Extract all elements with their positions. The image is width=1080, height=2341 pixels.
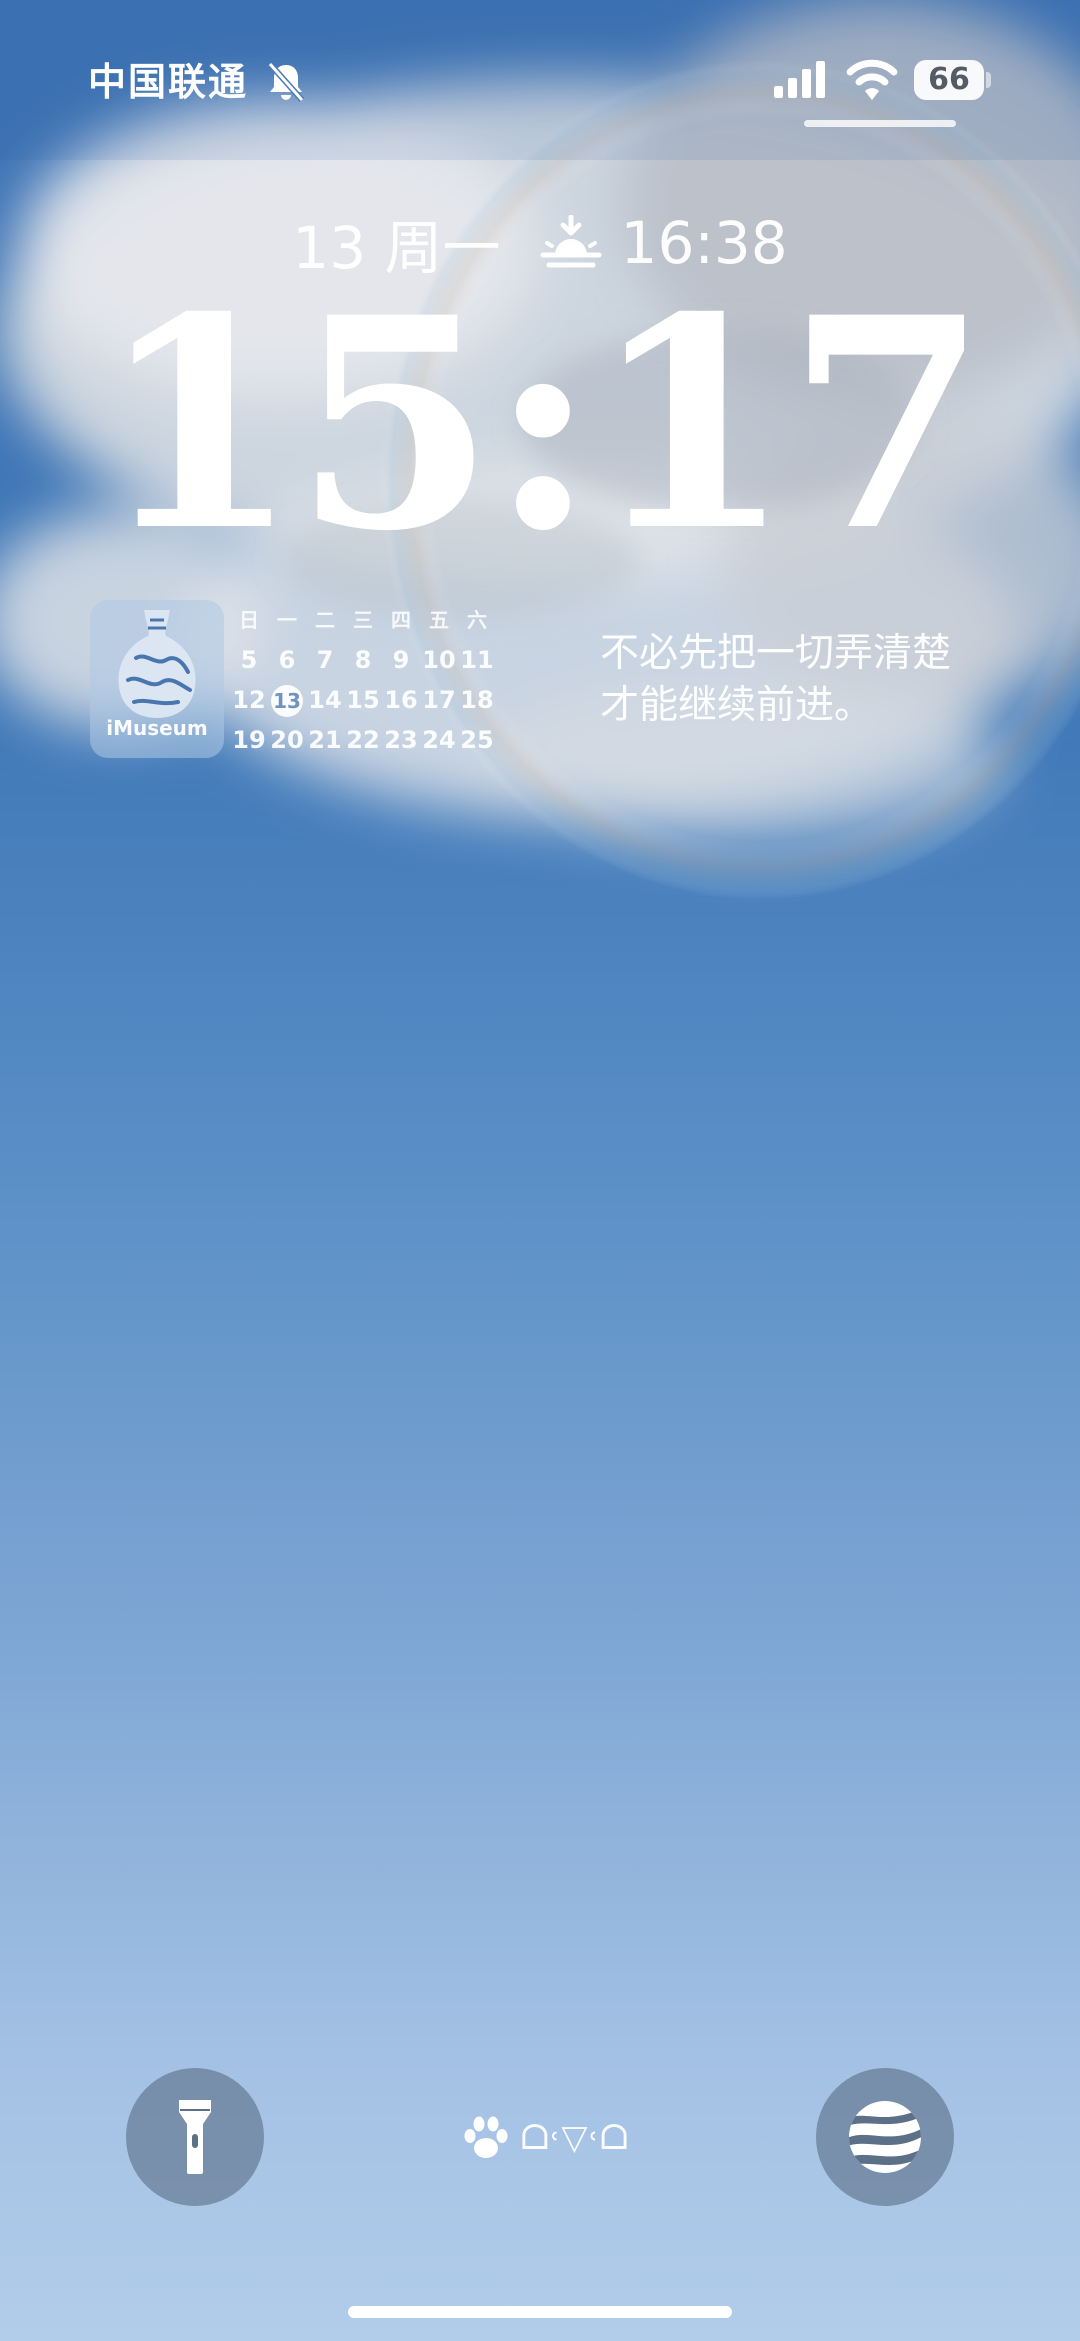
- calendar-day: 12: [232, 686, 266, 714]
- calendar-day: 14: [308, 686, 342, 714]
- calendar-widget[interactable]: 日 一 二 三 四 五 六 5 6 7 8 9 10 11 12 13 14 1…: [230, 600, 496, 760]
- calendar-day: 18: [460, 686, 494, 714]
- calendar-day: 22: [346, 726, 380, 754]
- battery-tip: [986, 72, 991, 88]
- kaomoji-line: ᗝ˓▽˓ᗝ: [430, 2108, 660, 2168]
- control-center-indicator[interactable]: [804, 120, 956, 127]
- home-indicator[interactable]: [348, 2306, 732, 2318]
- calendar-week-row: 5 6 7 8 9 10 11: [230, 640, 496, 680]
- paw-icon: [464, 2116, 508, 2158]
- calendar-week-row: 12 13 14 15 16 17 18: [230, 680, 496, 720]
- zebra-shortcut-button[interactable]: [816, 2068, 954, 2206]
- calendar-day: 6: [278, 646, 296, 674]
- calendar-day: 15: [346, 686, 380, 714]
- calendar-day: 10: [422, 646, 456, 674]
- calendar-day: 25: [460, 726, 494, 754]
- calendar-day: 11: [460, 646, 494, 674]
- weekday-header: 日: [239, 608, 259, 632]
- calendar-weekday-row: 日 一 二 三 四 五 六: [230, 600, 496, 640]
- calendar-day: 8: [354, 646, 372, 674]
- lock-screen-clock[interactable]: 15:17: [0, 280, 1080, 570]
- calendar-day: 23: [384, 726, 418, 754]
- calendar-day: 7: [316, 646, 334, 674]
- weekday-header: 四: [391, 608, 411, 632]
- calendar-day: 17: [422, 686, 456, 714]
- bell-slash-icon: [267, 62, 305, 102]
- calendar-day: 20: [270, 726, 304, 754]
- flashlight-icon: [179, 2100, 211, 2174]
- carrier-name: 中国联通: [88, 60, 249, 104]
- museum-label: iMuseum: [106, 716, 208, 740]
- wifi-icon: [846, 59, 898, 100]
- cellular-signal-icon: [774, 61, 825, 98]
- calendar-day: 19: [232, 726, 266, 754]
- quote-line-1: 不必先把一切弄清楚: [600, 631, 952, 676]
- blue-white-vase-icon: [118, 610, 196, 718]
- museum-widget[interactable]: iMuseum: [90, 600, 224, 758]
- calendar-day: 9: [392, 646, 410, 674]
- kaomoji-text: ᗝ˓▽˓ᗝ: [520, 2118, 630, 2158]
- quote-widget[interactable]: 不必先把一切弄清楚 才能继续前进。: [600, 628, 1000, 732]
- flashlight-button[interactable]: [126, 2068, 264, 2206]
- today-marker: 13: [271, 684, 303, 717]
- calendar-day-today: 13: [268, 684, 306, 717]
- zebra-stripe-icon: [849, 2101, 921, 2173]
- weekday-header: 二: [315, 608, 335, 632]
- weekday-header: 三: [353, 608, 373, 632]
- calendar-day: 16: [384, 686, 418, 714]
- calendar-day: 21: [308, 726, 342, 754]
- quote-line-2: 才能继续前进。: [600, 683, 874, 728]
- weekday-header: 六: [467, 608, 487, 632]
- battery-icon: 66: [914, 60, 984, 100]
- calendar-day: 5: [240, 646, 258, 674]
- calendar-week-row: 19 20 21 22 23 24 25: [230, 720, 496, 760]
- weekday-header: 五: [429, 608, 449, 632]
- calendar-day: 24: [422, 726, 456, 754]
- weekday-header: 一: [277, 608, 297, 632]
